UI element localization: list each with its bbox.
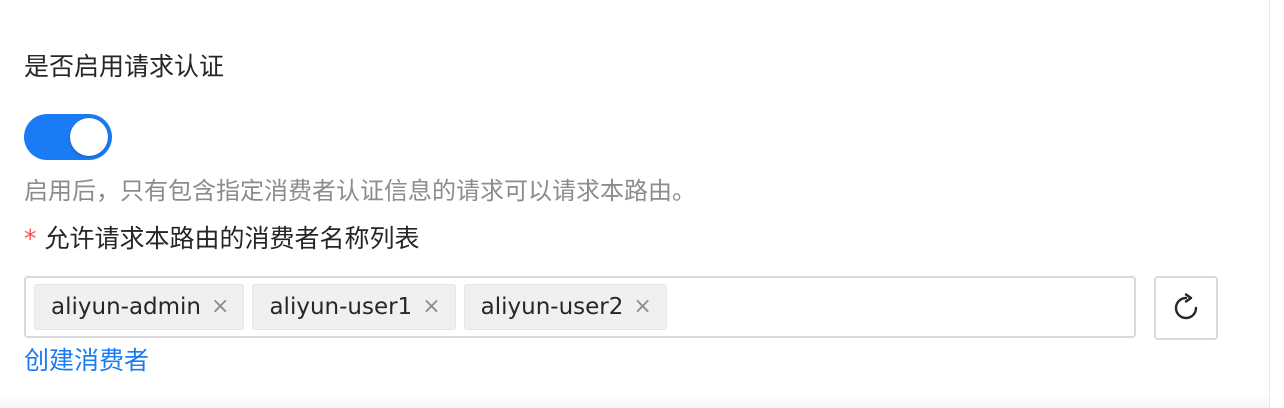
- consumer-tag: aliyun-user1 ×: [252, 284, 456, 330]
- consumers-label-row: * 允许请求本路由的消费者名称列表: [24, 220, 420, 258]
- required-mark: *: [24, 224, 37, 253]
- panel-divider: [1269, 0, 1270, 408]
- switch-knob: [70, 118, 108, 156]
- auth-toggle-switch[interactable]: [24, 114, 112, 160]
- auth-toggle-label: 是否启用请求认证: [24, 52, 225, 81]
- close-icon[interactable]: ×: [633, 296, 651, 318]
- consumer-tag: aliyun-admin ×: [34, 284, 245, 330]
- refresh-icon: [1174, 293, 1198, 320]
- consumer-tag-label: aliyun-admin: [51, 294, 202, 320]
- consumers-label: 允许请求本路由的消费者名称列表: [44, 224, 420, 253]
- consumer-tag: aliyun-user2 ×: [463, 284, 667, 330]
- bottom-edge: [0, 394, 1269, 408]
- auth-settings-panel: 是否启用请求认证 启用后，只有包含指定消费者认证信息的请求可以请求本路由。 * 允…: [0, 0, 1284, 408]
- consumer-tag-label: aliyun-user1: [269, 294, 413, 320]
- close-icon[interactable]: ×: [422, 296, 440, 318]
- consumer-tag-label: aliyun-user2: [480, 294, 624, 320]
- consumers-multi-select[interactable]: aliyun-admin × aliyun-user1 × aliyun-use…: [24, 276, 1136, 338]
- auth-help-text: 启用后，只有包含指定消费者认证信息的请求可以请求本路由。: [24, 177, 696, 205]
- create-consumer-link[interactable]: 创建消费者: [24, 342, 149, 380]
- close-icon[interactable]: ×: [211, 296, 229, 318]
- refresh-button[interactable]: [1154, 276, 1218, 340]
